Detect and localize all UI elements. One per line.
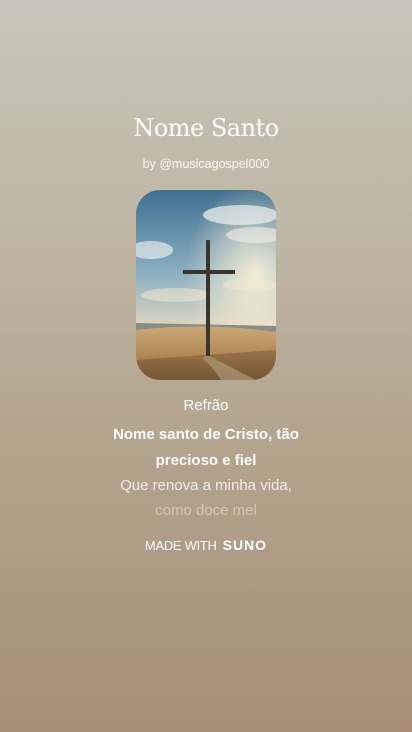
cross-on-hill-image xyxy=(136,190,276,380)
lyrics-section-label: Refrão xyxy=(183,397,229,414)
suno-logo: SUNO xyxy=(222,537,268,553)
lyric-line-next: Que renova a minha vida, xyxy=(120,477,292,494)
made-with-label: MADE WITH xyxy=(144,538,217,553)
song-share-card: Nome Santo by @musicagospel000 Refrão No… xyxy=(0,0,412,732)
cover-art xyxy=(136,190,276,380)
artist-byline[interactable]: by @musicagospel000 xyxy=(0,157,412,171)
made-with-suno-badge[interactable]: MADE WITH SUNO xyxy=(0,537,412,553)
lyric-line-current: Nome santo de Cristo, tão precioso e fie… xyxy=(113,426,299,469)
lyric-line-upcoming: como doce mel xyxy=(155,502,257,519)
song-title: Nome Santo xyxy=(133,114,279,142)
